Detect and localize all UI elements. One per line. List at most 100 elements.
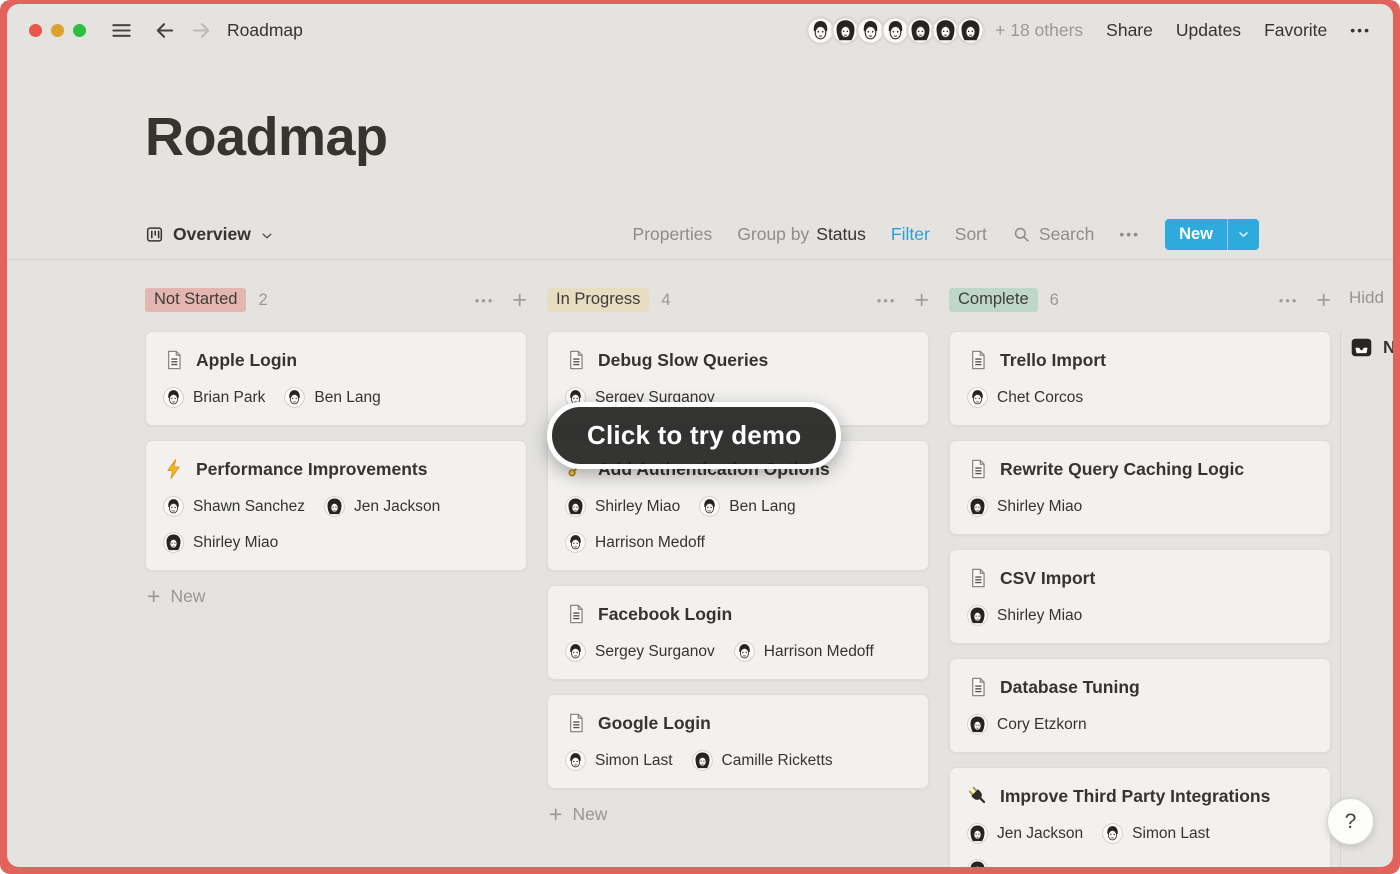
card-title: Database Tuning [1000,677,1140,698]
column-count: 4 [661,291,670,310]
assignee: Cory Etzkorn [967,714,1087,735]
status-badge-in-progress[interactable]: In Progress [547,288,649,312]
assignee-name: Jen Jackson [354,498,440,516]
avatar [565,496,586,517]
group-by-button[interactable]: Group by Status [737,224,866,245]
status-badge-complete[interactable]: Complete [949,288,1038,312]
assignee-name: Simon Last [1132,825,1210,843]
column-add-icon[interactable]: + [1316,288,1331,313]
hidden-groups-label[interactable]: Hidd [1349,288,1384,308]
updates-button[interactable]: Updates [1176,20,1241,41]
search-icon [1012,225,1031,244]
card-performance-improvements[interactable]: Performance Improvements Shawn Sanchez J… [145,440,527,571]
avatar [967,823,988,844]
assignee: Ben Lang [699,496,795,517]
new-button[interactable]: New [1165,219,1259,250]
assignee: Harrison Medoff [565,532,705,553]
app-window: Roadmap + 18 others Share Updates [7,4,1393,867]
assignee: Chet Corcos [967,387,1083,408]
column-add-icon[interactable]: + [512,288,527,313]
document-icon [967,458,989,480]
assignee: Shirley Miao [967,605,1082,626]
avatar [324,496,345,517]
forward-arrow-icon[interactable] [190,19,213,42]
view-switcher[interactable]: Overview [145,224,274,245]
column-count: 2 [258,291,267,310]
card-title: Rewrite Query Caching Logic [1000,459,1244,480]
avatar [565,641,586,662]
toolbar-more-icon[interactable]: ••• [1119,226,1140,242]
column-header: Complete 6 ••• + [949,287,1331,313]
column-add-icon[interactable]: + [914,288,929,313]
inbox-tray-icon [1349,335,1374,360]
card-google-login[interactable]: Google Login Simon Last Camille Ricketts [547,694,929,789]
group-by-label: Group by [737,224,809,245]
search-button[interactable]: Search [1012,224,1094,245]
maximize-window-button[interactable] [73,24,86,37]
avatar [956,16,985,45]
document-icon [967,676,989,698]
history-navigation [153,19,213,42]
assignee: Sergey Surganov [565,641,715,662]
assignee-name: Jen Jackson [997,825,1083,843]
assignee-name: Brian Park [193,389,265,407]
assignee: Shirley Miao [967,496,1082,517]
toolbar-divider [7,259,1393,260]
add-card-button[interactable]: + New [145,585,527,608]
assignee-name: Shirley Miao [595,498,680,516]
new-button-chevron-icon[interactable] [1228,219,1259,250]
new-button-label[interactable]: New [1165,219,1227,250]
toolbar-actions: Properties Group by Status Filter Sort S… [633,219,1259,250]
column-more-icon[interactable]: ••• [877,294,897,307]
board-column-not-started: Not Started 2 ••• + Apple Login Brian Pa… [145,287,527,608]
presence-avatars[interactable]: + 18 others [806,16,1083,45]
hidden-group-name: N [1383,337,1393,358]
breadcrumb-page-title: Roadmap [227,20,303,41]
column-header: Not Started 2 ••• + [145,287,527,313]
assignee: Simon Last [1102,823,1210,844]
status-badge-not-started[interactable]: Not Started [145,288,246,312]
help-button[interactable]: ? [1327,798,1374,845]
card-facebook-login[interactable]: Facebook Login Sergey Surganov Harrison … [547,585,929,680]
minimize-window-button[interactable] [51,24,64,37]
sort-button[interactable]: Sort [955,224,987,245]
card-csv-import[interactable]: CSV Import Shirley Miao [949,549,1331,644]
assignee: Brian Park [163,387,265,408]
share-button[interactable]: Share [1106,20,1153,41]
avatar [565,532,586,553]
column-header: In Progress 4 ••• + [547,287,929,313]
hidden-group-item[interactable]: N [1349,335,1393,360]
card-rewrite-query-caching-logic[interactable]: Rewrite Query Caching Logic Shirley Miao [949,440,1331,535]
card-apple-login[interactable]: Apple Login Brian Park Ben Lang [145,331,527,426]
plus-icon: + [549,803,562,826]
avatar [967,387,988,408]
plus-icon: + [147,585,160,608]
board-column-in-progress: In Progress 4 ••• + Debug Slow Queries S… [547,287,929,826]
favorite-button[interactable]: Favorite [1264,20,1327,41]
card-trello-import[interactable]: Trello Import Chet Corcos [949,331,1331,426]
more-options-icon[interactable]: ••• [1350,22,1371,38]
properties-button[interactable]: Properties [633,224,713,245]
card-title: Apple Login [196,350,297,371]
assignee: Jen Jackson [967,823,1083,844]
avatar [163,496,184,517]
add-card-button[interactable]: + New [547,803,929,826]
card-database-tuning[interactable]: Database Tuning Cory Etzkorn [949,658,1331,753]
assignee-name: Harrison Medoff [595,534,705,552]
document-icon [565,712,587,734]
hamburger-menu-icon[interactable] [110,19,133,42]
assignee-name: Camille Ricketts [722,752,833,770]
others-count-label: + 18 others [995,20,1083,41]
filter-button[interactable]: Filter [891,224,930,245]
avatar [967,605,988,626]
assignee-name: Simon Last [595,752,673,770]
close-window-button[interactable] [29,24,42,37]
column-more-icon[interactable]: ••• [475,294,495,307]
board-column-complete: Complete 6 ••• + Trello Import Chet Corc… [949,287,1331,867]
column-more-icon[interactable]: ••• [1279,294,1299,307]
demo-cta-tooltip[interactable]: Click to try demo [547,402,841,469]
group-by-value: Status [816,224,866,245]
search-label: Search [1039,224,1094,245]
back-arrow-icon[interactable] [153,19,176,42]
card-improve-third-party-integrations[interactable]: Improve Third Party Integrations Jen Jac… [949,767,1331,867]
